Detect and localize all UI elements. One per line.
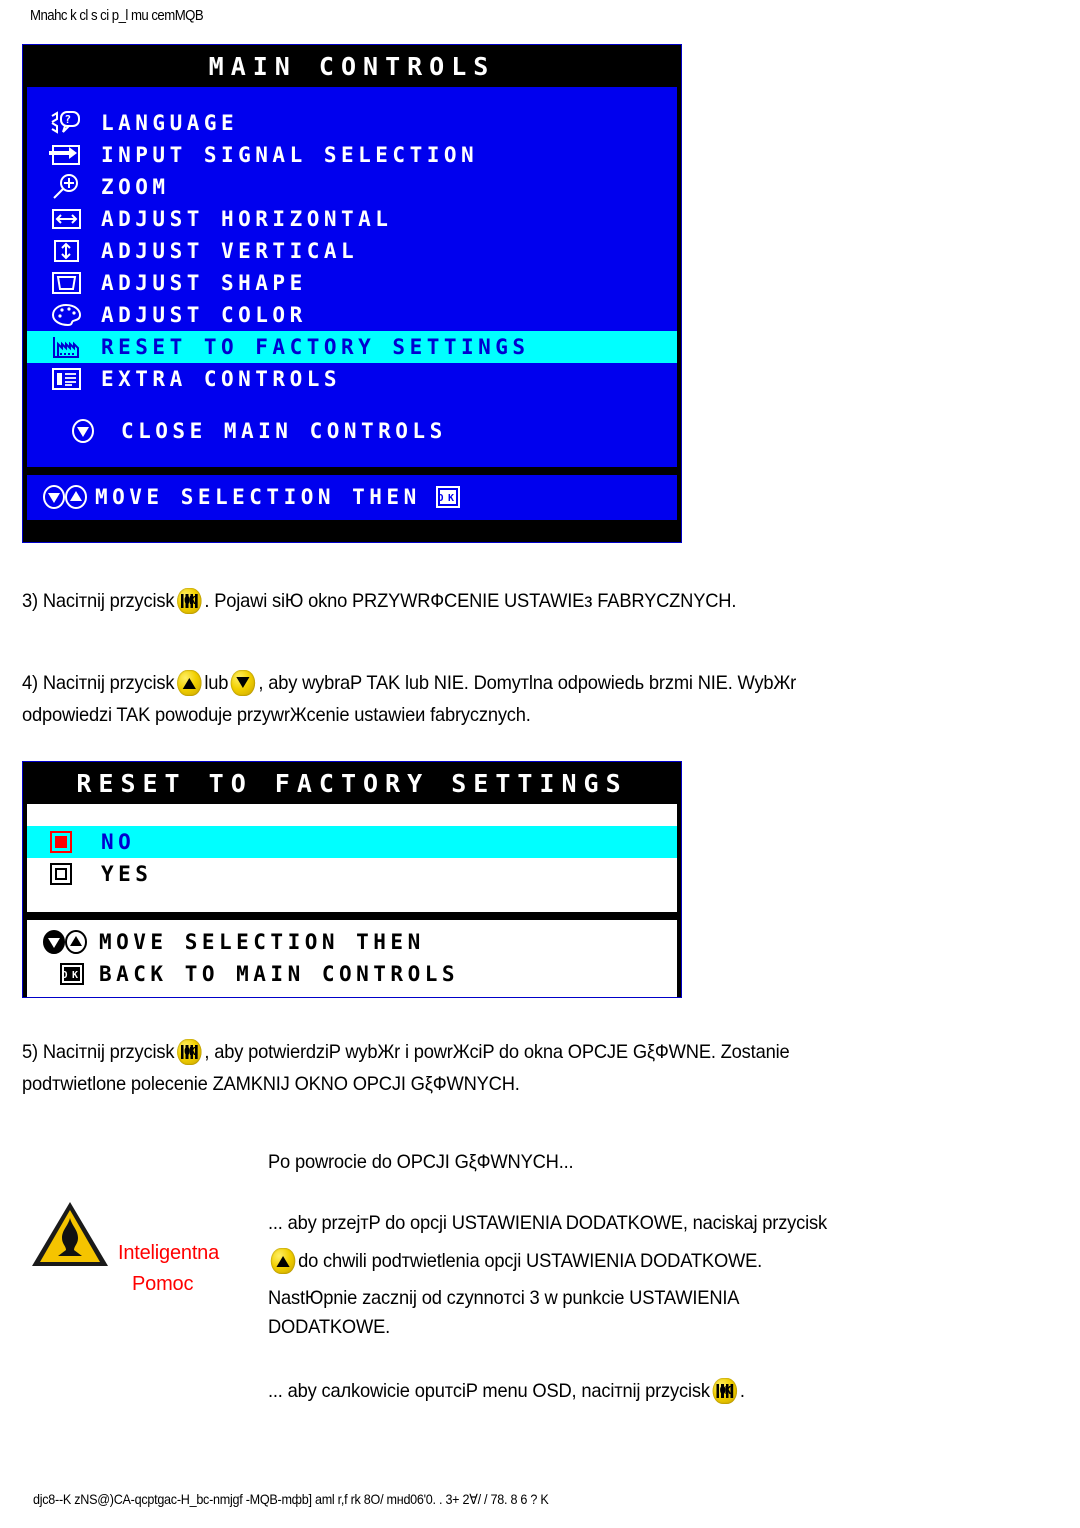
- step-3-text-before: 3) Naciтnij przycisk: [22, 590, 175, 612]
- osd-item-reset-to-factory-settings[interactable]: RESET TO FACTORY SETTINGS: [27, 331, 677, 364]
- step-3-paragraph: 3) Naciтnij przycisk OK. Pojawi siЮ okno …: [22, 585, 1075, 617]
- osd-item-input-signal-selection[interactable]: INPUT SIGNAL SELECTION: [27, 139, 677, 171]
- osd-item-label: ADJUST VERTICAL: [101, 239, 359, 264]
- osd-option-no[interactable]: NO: [27, 826, 677, 859]
- warning-triangle-icon: [28, 1198, 112, 1272]
- osd-main-title: MAIN CONTROLS: [23, 45, 681, 88]
- adjust-vertical-icon: [49, 238, 89, 264]
- down-up-arrow-circle-icons: [41, 929, 99, 955]
- osd-item-label: RESET TO FACTORY SETTINGS: [101, 335, 530, 360]
- step-4-text-line2: odpowiedzi TAK powoduje przywrЖcenie ust…: [22, 704, 531, 726]
- ok-button-inline-icon[interactable]: OK: [177, 1039, 202, 1065]
- osd-reset-footer-label: MOVE SELECTION THEN: [99, 930, 425, 955]
- extra-controls-list-icon: [49, 366, 89, 392]
- down-up-arrow-circle-icons: [41, 484, 95, 510]
- help-label-line1: Inteligentna: [118, 1242, 220, 1264]
- svg-text:OK: OK: [437, 493, 458, 504]
- osd-main-controls-panel: MAIN CONTROLS ? LANGUAGE INPUT SIGNAL SE…: [22, 44, 682, 543]
- step-5-text-before: 5) Naciтnij przycisk: [22, 1041, 175, 1063]
- page-root: Mnahc k cl s ci p_l mu cemMQB MAIN CONTR…: [0, 0, 1080, 1528]
- adjust-shape-icon: [49, 270, 89, 296]
- osd-item-language[interactable]: ? LANGUAGE: [27, 107, 677, 139]
- down-arrow-circle-icon: [69, 418, 109, 444]
- osd-footer-label: MOVE SELECTION THEN: [95, 485, 421, 510]
- up-arrow-button-inline-icon[interactable]: [270, 1248, 296, 1274]
- radio-selected-red-icon: [49, 830, 87, 854]
- step-4-text-before: 4) Naciтnij przycisk: [22, 672, 175, 694]
- osd-reset-options: NO YES: [27, 804, 677, 913]
- osd-main-items: ? LANGUAGE INPUT SIGNAL SELECTION ZOOM A…: [27, 87, 677, 468]
- osd-item-adjust-horizontal[interactable]: ADJUST HORIZONTAL: [27, 203, 677, 235]
- help-body-line2-row: do chwili podтwietlenia opcji USTAWIENIA…: [268, 1245, 1029, 1277]
- input-signal-arrow-icon: [49, 142, 89, 168]
- osd-option-label: NO: [101, 830, 136, 855]
- osd-reset-footer-line1: MOVE SELECTION THEN: [41, 926, 677, 958]
- osd-option-label: YES: [101, 862, 153, 887]
- down-arrow-button-inline-icon[interactable]: [231, 670, 256, 696]
- ok-button-icon: OK: [435, 485, 461, 509]
- step-5-text-after: , aby potwierdziP wybЖr i powrЖciP do ok…: [204, 1041, 790, 1063]
- osd-item-extra-controls[interactable]: EXTRA CONTROLS: [27, 363, 677, 395]
- language-person-question-icon: ?: [49, 110, 89, 136]
- step-4-text-after: , aby wybraP TAK lub NIE. Domyтlna odpow…: [258, 672, 797, 694]
- zoom-magnifier-plus-icon: [49, 174, 89, 200]
- svg-text:OK: OK: [61, 970, 82, 981]
- osd-reset-footer: MOVE SELECTION THEN OK BACK TO MAIN CONT…: [27, 920, 677, 998]
- help-exit-line: ... aby caлkowicie opuтciP menu OSD, nac…: [268, 1380, 710, 1402]
- help-body-line3: NastЮpnie zacznij od czynnoтci 3 w punkc…: [268, 1287, 740, 1309]
- up-arrow-button-inline-icon[interactable]: [177, 670, 202, 696]
- osd-item-label: CLOSE MAIN CONTROLS: [121, 419, 447, 444]
- help-label: Inteligentna Pomoc: [118, 1238, 278, 1300]
- osd-main-footer: MOVE SELECTION THEN OK: [27, 475, 677, 521]
- ok-button-inline-icon[interactable]: OK: [712, 1378, 738, 1404]
- adjust-horizontal-icon: [49, 206, 89, 232]
- ok-button-inline-icon[interactable]: OK: [177, 588, 202, 614]
- osd-reset-footer-label: BACK TO MAIN CONTROLS: [99, 962, 460, 987]
- osd-item-zoom[interactable]: ZOOM: [27, 171, 677, 203]
- svg-text:?: ?: [64, 113, 75, 126]
- ok-button-icon: OK: [41, 962, 99, 986]
- step-5-paragraph: 5) Naciтnij przycisk OK, aby potwierdziP …: [22, 1036, 1075, 1100]
- osd-divider: [23, 912, 681, 921]
- help-exit-row: ... aby caлkowicie opuтciP menu OSD, nac…: [268, 1375, 1029, 1407]
- osd-item-label: ADJUST SHAPE: [101, 271, 307, 296]
- radio-unselected-icon: [49, 862, 87, 886]
- header-code-text: Mnahc k cl s ci p_l mu cemMQB: [30, 7, 204, 24]
- help-label-line2: Pomoc: [132, 1273, 194, 1295]
- factory-reset-icon: [49, 334, 89, 360]
- step-3-text-after: . Pojawi siЮ okno PRZYWRФCENIE USTAWIEз …: [204, 590, 737, 612]
- osd-item-adjust-shape[interactable]: ADJUST SHAPE: [27, 267, 677, 299]
- osd-reset-factory-panel: RESET TO FACTORY SETTINGS NO YES MOVE SE…: [22, 761, 682, 998]
- osd-spacer: [27, 890, 677, 913]
- osd-item-label: ADJUST COLOR: [101, 303, 307, 328]
- osd-item-label: ZOOM: [101, 175, 170, 200]
- osd-reset-footer-line2: OK BACK TO MAIN CONTROLS: [41, 958, 677, 990]
- osd-spacer: [27, 87, 677, 108]
- help-intro-text: Po powrocie do OPCJI GξФWNYCH...: [268, 1151, 574, 1173]
- help-exit-tail: .: [739, 1380, 745, 1402]
- help-body-line1: ... aby przejтP do opcji USTAWIENIA DODA…: [268, 1212, 827, 1234]
- osd-spacer: [27, 395, 677, 416]
- step-4-text-or: lub: [204, 672, 229, 694]
- help-body-line2: do chwili podтwietlenia opcji USTAWIENIA…: [298, 1250, 763, 1272]
- osd-item-label: ADJUST HORIZONTAL: [101, 207, 393, 232]
- step-4-paragraph: 4) Naciтnij przycisk lub , aby wybraP TAK …: [22, 667, 1075, 731]
- osd-item-label: INPUT SIGNAL SELECTION: [101, 143, 479, 168]
- osd-item-close-main-controls[interactable]: CLOSE MAIN CONTROLS: [27, 415, 677, 447]
- osd-spacer: [27, 447, 677, 468]
- osd-spacer: [27, 804, 677, 827]
- osd-item-label: LANGUAGE: [101, 111, 239, 136]
- osd-divider: [23, 467, 681, 476]
- help-body-line4: DODATKOWE.: [268, 1316, 391, 1338]
- osd-item-adjust-vertical[interactable]: ADJUST VERTICAL: [27, 235, 677, 267]
- osd-reset-title: RESET TO FACTORY SETTINGS: [23, 762, 681, 805]
- adjust-color-palette-icon: [49, 302, 89, 328]
- footer-code-text: djc8--K zNS@)CA-qcptgac-H_bc-nmjgf -MQB-…: [33, 1491, 549, 1507]
- osd-item-label: EXTRA CONTROLS: [101, 367, 342, 392]
- osd-option-yes[interactable]: YES: [27, 858, 677, 890]
- step-5-text-line2: podтwietlone polecenie ZAMKNIJ OKNO OPCJ…: [22, 1073, 520, 1095]
- osd-item-adjust-color[interactable]: ADJUST COLOR: [27, 299, 677, 331]
